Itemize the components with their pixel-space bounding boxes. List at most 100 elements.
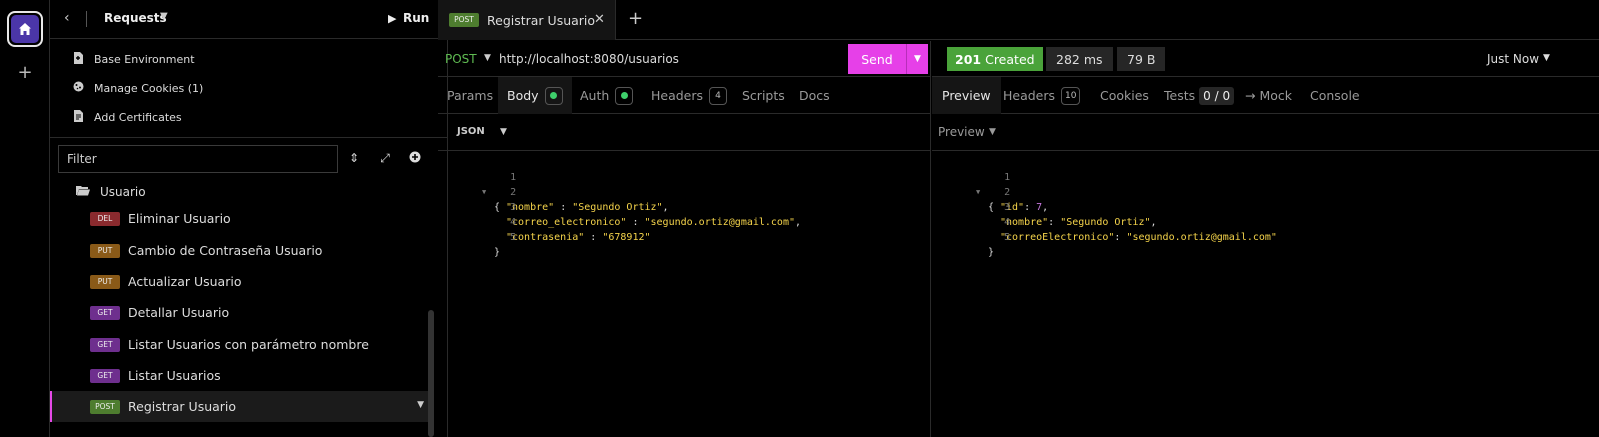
request-name: Detallar Usuario xyxy=(128,305,230,320)
chevron-down-icon[interactable]: ▼ xyxy=(1543,53,1550,63)
request-name: Registrar Usuario xyxy=(128,399,237,414)
code-line: 4 "correoElectronico": "segundo.ortiz@gm… xyxy=(932,200,1277,243)
status-dot-badge xyxy=(615,86,634,105)
request-name: Listar Usuarios con parámetro nombre xyxy=(128,337,369,352)
response-size-badge: 79 B xyxy=(1117,47,1166,71)
tab-response-headers[interactable]: Headers 10 xyxy=(1003,77,1081,114)
tab-console[interactable]: Console xyxy=(1310,77,1360,114)
filter-input[interactable] xyxy=(58,145,338,173)
status-dot-badge xyxy=(544,86,563,105)
tab-auth[interactable]: Auth xyxy=(580,77,634,114)
json-sep: : xyxy=(1024,202,1037,213)
response-time-badge: 282 ms xyxy=(1046,47,1113,71)
tab-registrar-usuario[interactable]: POST Registrar Usuario ✕ xyxy=(438,0,616,40)
json-sep: : xyxy=(626,217,645,228)
tab-tests[interactable]: Tests 0 / 0 xyxy=(1164,77,1235,114)
request-item-registrar-usuario[interactable]: POST Registrar Usuario ▼ xyxy=(50,391,434,422)
tab-label: Headers xyxy=(1003,88,1056,103)
chevron-down-icon[interactable]: ▼ xyxy=(989,127,996,137)
tab-preview[interactable]: Preview xyxy=(932,77,1001,114)
chevron-down-icon[interactable]: ▼ xyxy=(907,54,928,64)
back-chevron-icon[interactable]: ‹ xyxy=(64,10,70,26)
request-name: Eliminar Usuario xyxy=(128,211,231,226)
history-select[interactable]: Just Now xyxy=(1487,52,1539,66)
request-item-listar-usuarios[interactable]: GET Listar Usuarios xyxy=(50,360,434,391)
chevron-down-icon[interactable]: ▼ xyxy=(500,127,507,137)
tab-cookies[interactable]: Cookies xyxy=(1100,77,1149,114)
chevron-down-icon[interactable]: ▼ xyxy=(484,53,491,63)
line-number: 3 xyxy=(510,202,517,213)
sidebar-scrollbar[interactable] xyxy=(428,310,434,437)
code-line: 3 "correo_electronico" : "segundo.ortiz@… xyxy=(438,185,801,228)
json-punct: , xyxy=(1042,202,1049,213)
request-name: Actualizar Usuario xyxy=(128,274,242,289)
tab-label: Body xyxy=(507,88,539,103)
request-item-cambio-contrasena[interactable]: PUT Cambio de Contraseña Usuario xyxy=(50,235,434,266)
url-input[interactable]: http://localhost:8080/usuarios xyxy=(499,52,679,66)
line-number: 3 xyxy=(1004,202,1011,213)
code-line: 1 ▼ { xyxy=(438,155,516,213)
app-rail: + xyxy=(0,0,50,437)
json-value: "segundo.ortiz@gmail.com" xyxy=(644,217,795,228)
line-number: 5 xyxy=(510,232,517,243)
response-tabs: Preview Headers 10 Cookies Tests 0 / 0 →… xyxy=(932,77,1599,114)
expand-icon[interactable]: ⤢ xyxy=(377,151,393,166)
send-button[interactable]: Send ▼ xyxy=(848,44,928,74)
tab-scripts[interactable]: Scripts xyxy=(742,77,785,114)
add-tab-button[interactable]: + xyxy=(628,8,643,29)
json-value: "segundo.ortiz@gmail.com" xyxy=(1126,232,1277,243)
preview-mode-select[interactable]: Preview xyxy=(938,125,985,139)
json-sep: : xyxy=(1048,217,1061,228)
active-dot-icon xyxy=(620,92,628,99)
response-pane: 201 Created 282 ms 79 B Just Now ▼ Previ… xyxy=(932,41,1599,437)
folder-open-icon xyxy=(76,185,90,199)
json-punct: , xyxy=(662,202,669,213)
method-badge: POST xyxy=(90,399,120,414)
base-environment-item[interactable]: Base Environment xyxy=(72,49,195,69)
json-value: "678912" xyxy=(602,232,651,243)
certificate-icon xyxy=(72,109,84,125)
run-button[interactable]: Run xyxy=(403,11,429,25)
line-number: 2 xyxy=(510,187,517,198)
close-icon[interactable]: ✕ xyxy=(594,12,605,27)
environment-list: Base Environment Manage Cookies (1) Add … xyxy=(50,40,448,138)
line-number: 4 xyxy=(510,217,517,228)
env-item-label: Add Certificates xyxy=(94,110,182,124)
chevron-down-icon[interactable]: ▼ xyxy=(160,11,168,22)
json-sep: : xyxy=(554,202,573,213)
folder-usuario[interactable]: Usuario xyxy=(76,179,146,205)
home-button[interactable] xyxy=(7,11,43,47)
chevron-down-icon[interactable]: ▼ xyxy=(417,400,424,410)
code-line: 1 ▼ { xyxy=(932,155,1010,213)
request-item-eliminar-usuario[interactable]: DEL Eliminar Usuario xyxy=(50,203,434,234)
status-code: 201 xyxy=(955,51,982,67)
method-select[interactable]: POST xyxy=(445,52,477,66)
request-item-detallar-usuario[interactable]: GET Detallar Usuario xyxy=(50,297,434,328)
tab-body[interactable]: Body xyxy=(498,77,572,114)
body-format-select[interactable]: JSON xyxy=(457,126,485,137)
tab-mock[interactable]: → Mock xyxy=(1245,77,1292,114)
request-item-actualizar-usuario[interactable]: PUT Actualizar Usuario xyxy=(50,266,434,297)
collection-title[interactable]: Requests xyxy=(104,11,167,25)
play-icon[interactable]: ▶ xyxy=(388,12,396,25)
json-sep: : xyxy=(1114,232,1127,243)
tab-label: Scripts xyxy=(742,88,785,103)
request-pane: POST ▼ http://localhost:8080/usuarios Se… xyxy=(438,41,931,437)
sort-icon[interactable]: ⇕ xyxy=(346,151,362,165)
count-badge: 4 xyxy=(709,86,728,105)
count-badge: 10 xyxy=(1061,86,1081,105)
tab-params[interactable]: Params xyxy=(447,77,493,114)
json-punct: , xyxy=(1150,217,1157,228)
add-icon[interactable] xyxy=(407,151,423,166)
tab-label: Console xyxy=(1310,88,1360,103)
tab-headers[interactable]: Headers 4 xyxy=(651,77,728,114)
method-badge: DEL xyxy=(90,211,120,226)
request-item-listar-usuarios-nombre[interactable]: GET Listar Usuarios con parámetro nombre xyxy=(50,329,434,360)
tab-label: Tests xyxy=(1164,88,1196,103)
folder-label: Usuario xyxy=(100,185,146,199)
add-project-button[interactable]: + xyxy=(14,62,36,84)
method-badge: POST xyxy=(449,13,479,27)
tab-docs[interactable]: Docs xyxy=(799,77,830,114)
add-certificates-item[interactable]: Add Certificates xyxy=(72,107,182,127)
manage-cookies-item[interactable]: Manage Cookies (1) xyxy=(72,78,203,98)
